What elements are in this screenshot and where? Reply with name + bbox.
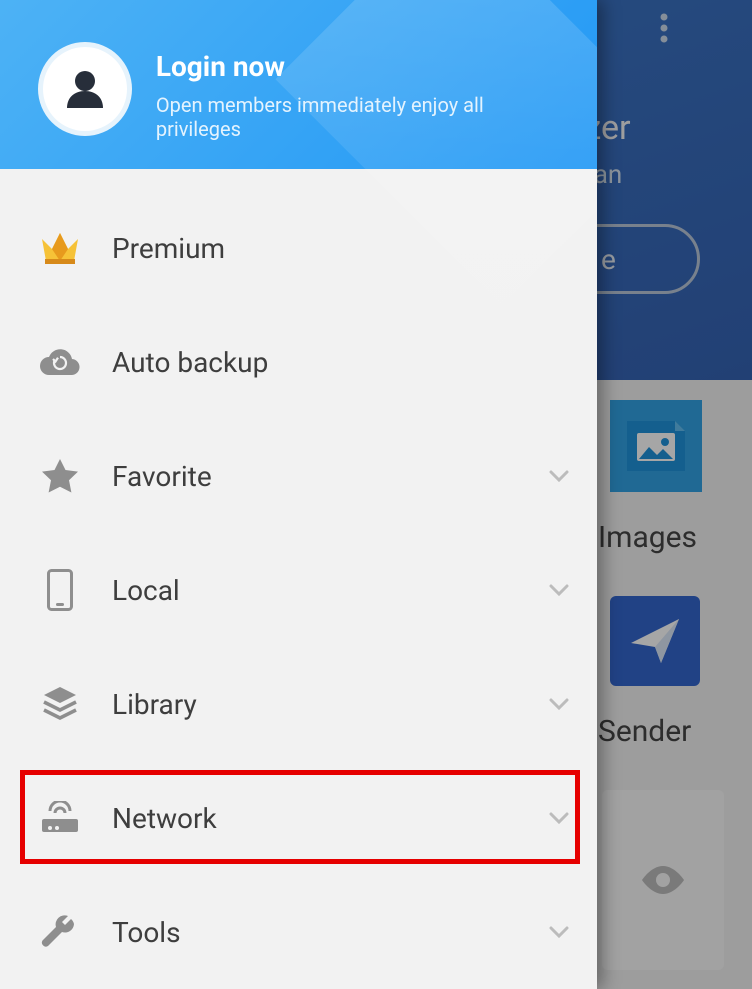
- phone-icon: [36, 566, 84, 614]
- chevron-down-icon: [549, 698, 569, 710]
- drawer-item-label: Library: [112, 688, 549, 721]
- drawer-item-label: Tools: [112, 916, 549, 949]
- login-title: Login now: [156, 50, 573, 83]
- drawer-item-label: Favorite: [112, 460, 549, 493]
- drawer-item-label: Auto backup: [112, 346, 569, 379]
- chevron-down-icon: [549, 926, 569, 938]
- drawer-item-label: Premium: [112, 232, 569, 265]
- wrench-icon: [36, 908, 84, 956]
- annotation-highlight: [20, 770, 580, 864]
- login-subtitle: Open members immediately enjoy all privi…: [156, 93, 573, 141]
- navigation-drawer: Login now Open members immediately enjoy…: [0, 0, 597, 989]
- crown-icon: [36, 224, 84, 272]
- drawer-item-premium[interactable]: Premium: [0, 191, 597, 305]
- cloud-sync-icon: [36, 338, 84, 386]
- drawer-item-tools[interactable]: Tools: [0, 875, 597, 989]
- star-icon: [36, 452, 84, 500]
- chevron-down-icon: [549, 584, 569, 596]
- avatar-icon: [38, 42, 132, 136]
- drawer-list: Premium Auto backup Favorite Local: [0, 169, 597, 989]
- drawer-item-auto-backup[interactable]: Auto backup: [0, 305, 597, 419]
- drawer-item-label: Local: [112, 574, 549, 607]
- drawer-item-local[interactable]: Local: [0, 533, 597, 647]
- layers-icon: [36, 680, 84, 728]
- drawer-header-login[interactable]: Login now Open members immediately enjoy…: [0, 0, 597, 169]
- drawer-item-favorite[interactable]: Favorite: [0, 419, 597, 533]
- drawer-item-library[interactable]: Library: [0, 647, 597, 761]
- chevron-down-icon: [549, 470, 569, 482]
